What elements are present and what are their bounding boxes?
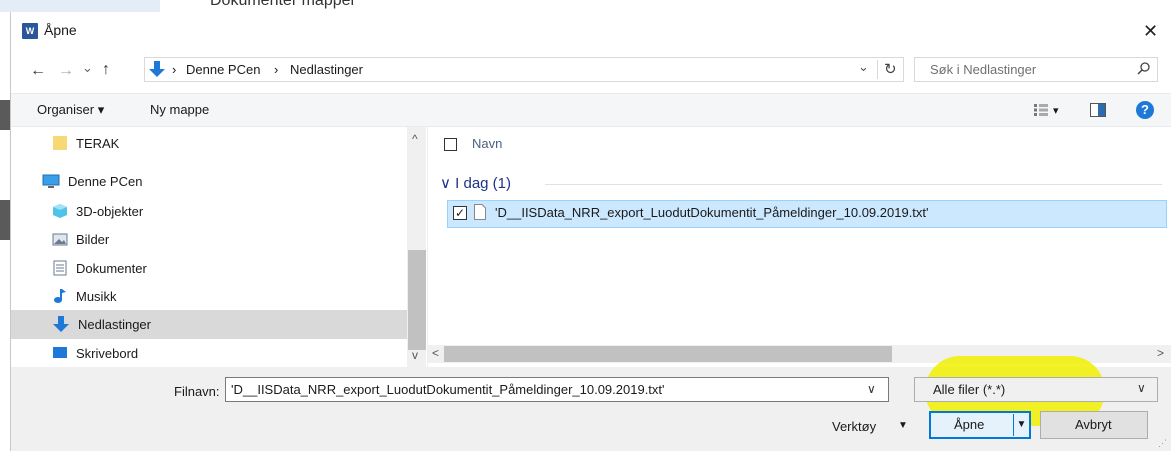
- downloads-icon: [53, 316, 69, 332]
- up-button[interactable]: ↑: [102, 61, 110, 79]
- word-app-icon: W: [22, 23, 38, 39]
- desktop-icon: [53, 347, 67, 358]
- breadcrumb-separator: ›: [172, 62, 177, 77]
- nav-item-label: Denne PCen: [68, 173, 143, 189]
- scroll-left-button[interactable]: <: [432, 346, 439, 360]
- breadcrumb-item-nedlastinger[interactable]: Nedlastinger: [290, 62, 363, 77]
- nav-item-dokumenter[interactable]: Dokumenter: [52, 254, 147, 282]
- nav-item-musikk[interactable]: Musikk: [52, 282, 116, 310]
- group-header[interactable]: ∨ I dag (1): [440, 174, 511, 192]
- text-file-icon: [474, 204, 486, 220]
- horizontal-scroll-thumb[interactable]: [444, 346, 892, 362]
- open-split-dropdown[interactable]: ▼: [1013, 414, 1029, 436]
- nav-item-label: 3D-objekter: [76, 203, 144, 219]
- file-type-dropdown-button[interactable]: ∨: [1137, 381, 1146, 395]
- nav-scroll-thumb[interactable]: [408, 250, 426, 350]
- view-options-icon[interactable]: [1034, 104, 1048, 116]
- nav-item-3d-objekter[interactable]: 3D-objekter: [52, 197, 143, 225]
- new-folder-button[interactable]: Ny mappe: [150, 102, 209, 117]
- refresh-button[interactable]: ↻: [884, 60, 897, 78]
- cube-icon: [53, 204, 67, 218]
- nav-item-label: Skrivebord: [76, 345, 139, 361]
- search-icon[interactable]: [1137, 61, 1151, 75]
- organise-button[interactable]: Organiser ▾: [37, 102, 104, 118]
- nav-item-label: Musikk: [76, 288, 117, 304]
- downloads-arrow-icon: [149, 61, 165, 77]
- open-button-label: Åpne: [954, 417, 985, 432]
- nav-item-label: Nedlastinger: [78, 316, 151, 332]
- group-header-label: I dag (1): [455, 175, 512, 192]
- nav-scroll-up-button[interactable]: ^: [412, 132, 418, 146]
- file-type-filter-value: Alle filer (*.*): [933, 382, 1006, 397]
- help-button[interactable]: ?: [1136, 101, 1154, 119]
- tools-button[interactable]: Verktøy: [832, 419, 876, 434]
- scroll-right-button[interactable]: >: [1157, 346, 1164, 360]
- file-checkbox[interactable]: ✓: [453, 206, 467, 220]
- resize-grip-icon[interactable]: ⋰: [1158, 438, 1167, 449]
- select-all-checkbox[interactable]: [444, 138, 457, 151]
- address-dropdown-button[interactable]: ⌄: [858, 59, 869, 75]
- filename-label: Filnavn:: [174, 384, 220, 399]
- nav-item-bilder[interactable]: Bilder: [52, 225, 109, 253]
- group-divider: [545, 184, 1162, 185]
- background-tab: [0, 0, 160, 12]
- computer-icon: [42, 174, 60, 188]
- background-left-bar: [0, 200, 10, 240]
- breadcrumb-separator: ›: [274, 62, 279, 77]
- close-button[interactable]: ✕: [1143, 21, 1158, 42]
- cancel-button-label: Avbryt: [1075, 417, 1112, 432]
- filename-dropdown-button[interactable]: ∨: [867, 382, 876, 396]
- tools-dropdown-icon[interactable]: ▼: [898, 420, 908, 431]
- nav-item-label: Bilder: [76, 231, 110, 247]
- chevron-down-icon: ∨: [440, 175, 451, 192]
- filename-value: 'D__IISData_NRR_export_LuodutDokumentit_…: [231, 382, 665, 397]
- background-app-strip: Dokumenter mapper: [0, 0, 1171, 12]
- nav-item-skrivebord[interactable]: Skrivebord: [52, 339, 138, 367]
- address-divider: [877, 60, 878, 79]
- document-icon: [53, 260, 67, 276]
- nav-scroll-down-button[interactable]: v: [412, 348, 418, 362]
- breadcrumb-item-denne-pcen[interactable]: Denne PCen: [186, 62, 260, 77]
- recent-locations-button[interactable]: ⌄: [82, 60, 93, 76]
- nav-item-label: TERAK: [76, 135, 120, 151]
- music-icon: [54, 289, 66, 303]
- pane-divider[interactable]: [427, 127, 428, 367]
- back-button[interactable]: ←: [30, 62, 46, 80]
- view-dropdown[interactable]: ▾: [1053, 104, 1059, 117]
- search-placeholder: Søk i Nedlastinger: [930, 62, 1037, 77]
- dialog-title: Åpne: [44, 22, 77, 38]
- column-header-name[interactable]: Navn: [472, 136, 502, 151]
- nav-item-nedlastinger[interactable]: Nedlastinger: [52, 310, 151, 338]
- pictures-icon: [52, 233, 68, 246]
- background-left-bar: [0, 100, 10, 130]
- file-name[interactable]: 'D__IISData_NRR_export_LuodutDokumentit_…: [495, 205, 929, 220]
- forward-button[interactable]: →: [58, 62, 74, 80]
- folder-icon: [53, 136, 67, 150]
- nav-item-denne-pcen[interactable]: Denne PCen: [42, 167, 142, 195]
- background-text: Dokumenter mapper: [210, 0, 356, 9]
- nav-item-terak[interactable]: TERAK: [52, 129, 119, 157]
- preview-pane-icon[interactable]: [1090, 103, 1106, 117]
- nav-item-label: Dokumenter: [76, 260, 147, 276]
